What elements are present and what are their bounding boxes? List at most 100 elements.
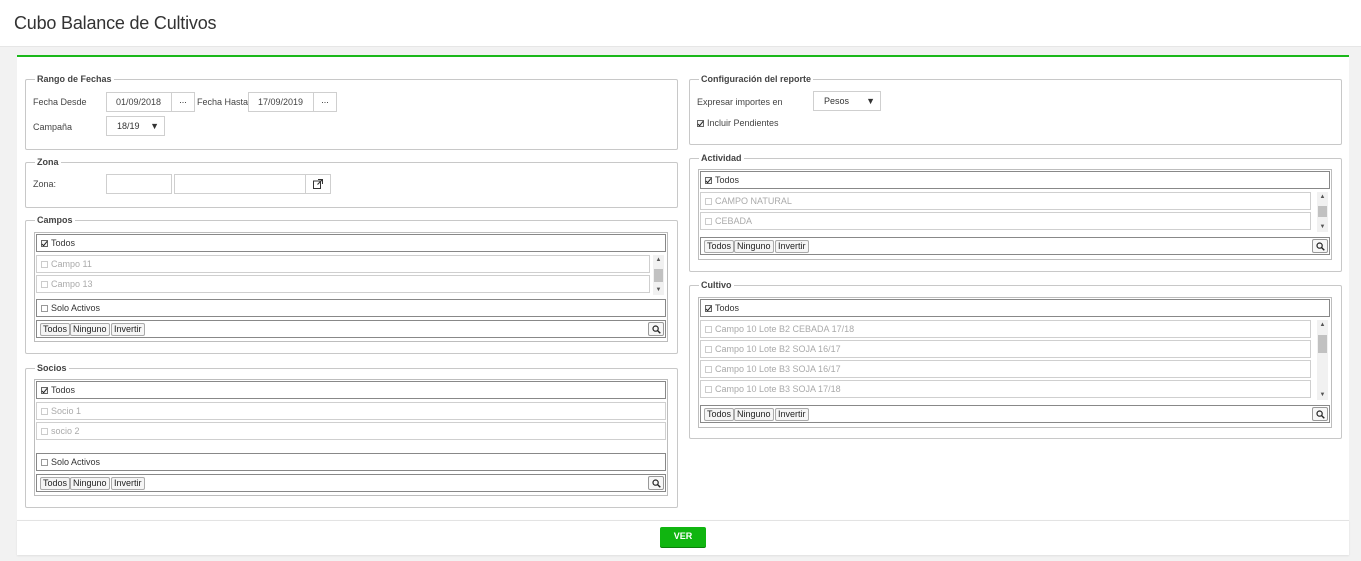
cultivo-scrollbar[interactable]: ▲ ▼ — [1317, 320, 1328, 400]
fieldset-legend: Campos — [37, 215, 73, 225]
checkbox-icon[interactable] — [705, 386, 712, 393]
list-item[interactable]: socio 2 — [36, 422, 666, 440]
row-label: Todos — [51, 238, 76, 248]
row-label: Socio 1 — [51, 406, 82, 416]
socios-todos-row[interactable]: Todos — [36, 381, 666, 399]
invert-selection-button[interactable]: Invertir — [775, 408, 809, 421]
checkbox-icon[interactable] — [41, 459, 48, 466]
list-item[interactable]: Campo 10 Lote B3 SOJA 17/18 — [700, 380, 1311, 398]
socios-toolbar: Todos Ninguno Invertir — [36, 474, 666, 492]
checkbox-icon[interactable] — [705, 326, 712, 333]
scroll-up-icon[interactable]: ▲ — [1317, 320, 1328, 330]
checkbox-checked-icon[interactable] — [705, 177, 712, 184]
page-title: Cubo Balance de Cultivos — [14, 13, 217, 33]
list-item[interactable]: CEBADA — [700, 212, 1311, 230]
checkbox-icon[interactable] — [705, 366, 712, 373]
checkbox-checked-icon[interactable] — [41, 387, 48, 394]
checkbox-checked-icon[interactable] — [697, 120, 704, 127]
search-icon — [652, 325, 661, 334]
importes-select-value: Pesos — [824, 96, 850, 106]
row-label: CEBADA — [715, 216, 753, 226]
checkbox-icon[interactable] — [41, 408, 48, 415]
scroll-down-icon[interactable]: ▼ — [653, 285, 664, 295]
row-label: Todos — [715, 303, 740, 313]
campos-solo-activos-row[interactable]: Solo Activos — [36, 299, 666, 317]
checkbox-checked-icon[interactable] — [41, 240, 48, 247]
checkbox-icon[interactable] — [41, 281, 48, 288]
zona-name-input[interactable] — [174, 174, 306, 194]
campana-select-value: 18/19 — [117, 121, 140, 131]
actividad-todos-row[interactable]: Todos — [700, 171, 1330, 189]
checkbox-icon[interactable] — [705, 198, 712, 205]
fieldset-legend: Socios — [37, 363, 67, 373]
list-item[interactable]: Campo 10 Lote B2 SOJA 16/17 — [700, 340, 1311, 358]
checkbox-icon[interactable] — [41, 305, 48, 312]
incluir-pendientes-label: Incluir Pendientes — [707, 118, 779, 128]
actividad-scrollbar[interactable]: ▲ ▼ — [1317, 192, 1328, 232]
checkbox-icon[interactable] — [705, 218, 712, 225]
row-label: Campo 11 — [51, 259, 92, 269]
fecha-hasta-picker-button[interactable]: ... — [314, 92, 337, 112]
scroll-up-icon[interactable]: ▲ — [1317, 192, 1328, 202]
importes-label: Expresar importes en — [697, 97, 783, 107]
campana-select[interactable]: 18/19 ▼ — [106, 116, 165, 136]
scroll-down-icon[interactable]: ▼ — [1317, 390, 1328, 400]
fecha-desde-label: Fecha Desde — [33, 97, 87, 107]
scroll-up-icon[interactable]: ▲ — [653, 255, 664, 265]
search-button[interactable] — [1312, 239, 1328, 253]
search-button[interactable] — [648, 322, 664, 336]
campana-label: Campaña — [33, 122, 73, 132]
select-none-button[interactable]: Ninguno — [734, 408, 774, 421]
fecha-hasta-label: Fecha Hasta — [197, 97, 249, 107]
search-icon — [1316, 410, 1325, 419]
socios-solo-activos-row[interactable]: Solo Activos — [36, 453, 666, 471]
row-label: Campo 10 Lote B2 CEBADA 17/18 — [715, 324, 855, 334]
cultivo-todos-row[interactable]: Todos — [700, 299, 1330, 317]
checkbox-icon[interactable] — [41, 261, 48, 268]
search-button[interactable] — [1312, 407, 1328, 421]
importes-select[interactable]: Pesos ▼ — [813, 91, 881, 111]
scroll-thumb[interactable] — [1318, 335, 1327, 353]
chevron-down-icon: ▼ — [866, 96, 875, 106]
checkbox-icon[interactable] — [705, 346, 712, 353]
fieldset-legend: Zona — [37, 157, 59, 167]
invert-selection-button[interactable]: Invertir — [111, 323, 145, 336]
select-all-button[interactable]: Todos — [704, 408, 735, 421]
list-item[interactable]: Campo 10 Lote B3 SOJA 16/17 — [700, 360, 1311, 378]
row-label: Solo Activos — [51, 457, 101, 467]
zona-code-input[interactable] — [106, 174, 172, 194]
list-item[interactable]: Campo 11 — [36, 255, 650, 273]
search-button[interactable] — [648, 476, 664, 490]
scroll-down-icon[interactable]: ▼ — [1317, 222, 1328, 232]
fieldset-legend: Rango de Fechas — [37, 74, 112, 84]
list-item[interactable]: Campo 13 — [36, 275, 650, 293]
select-all-button[interactable]: Todos — [704, 240, 735, 253]
select-all-button[interactable]: Todos — [40, 323, 71, 336]
campos-todos-row[interactable]: Todos — [36, 234, 666, 252]
campos-scrollbar[interactable]: ▲ ▼ — [653, 255, 664, 295]
external-link-icon — [313, 179, 323, 189]
invert-selection-button[interactable]: Invertir — [775, 240, 809, 253]
fecha-hasta-input[interactable]: 17/09/2019 — [248, 92, 314, 112]
invert-selection-button[interactable]: Invertir — [111, 477, 145, 490]
select-none-button[interactable]: Ninguno — [70, 323, 110, 336]
scroll-thumb[interactable] — [1318, 206, 1327, 217]
ver-button[interactable]: VER — [660, 527, 706, 547]
select-none-button[interactable]: Ninguno — [734, 240, 774, 253]
list-item[interactable]: CAMPO NATURAL — [700, 192, 1311, 210]
fieldset-configuracion: Configuración del reporte — [689, 74, 1342, 145]
search-icon — [652, 479, 661, 488]
select-all-button[interactable]: Todos — [40, 477, 71, 490]
list-item[interactable]: Campo 10 Lote B2 CEBADA 17/18 — [700, 320, 1311, 338]
fecha-desde-picker-button[interactable]: ... — [172, 92, 195, 112]
checkbox-checked-icon[interactable] — [705, 305, 712, 312]
zona-open-button[interactable] — [306, 174, 331, 194]
row-label: Campo 10 Lote B2 SOJA 16/17 — [715, 344, 841, 354]
fecha-desde-input[interactable]: 01/09/2018 — [106, 92, 172, 112]
zona-label: Zona: — [33, 179, 57, 189]
scroll-thumb[interactable] — [654, 269, 663, 282]
checkbox-icon[interactable] — [41, 428, 48, 435]
incluir-pendientes-toggle[interactable]: Incluir Pendientes — [697, 118, 779, 128]
list-item[interactable]: Socio 1 — [36, 402, 666, 420]
select-none-button[interactable]: Ninguno — [70, 477, 110, 490]
